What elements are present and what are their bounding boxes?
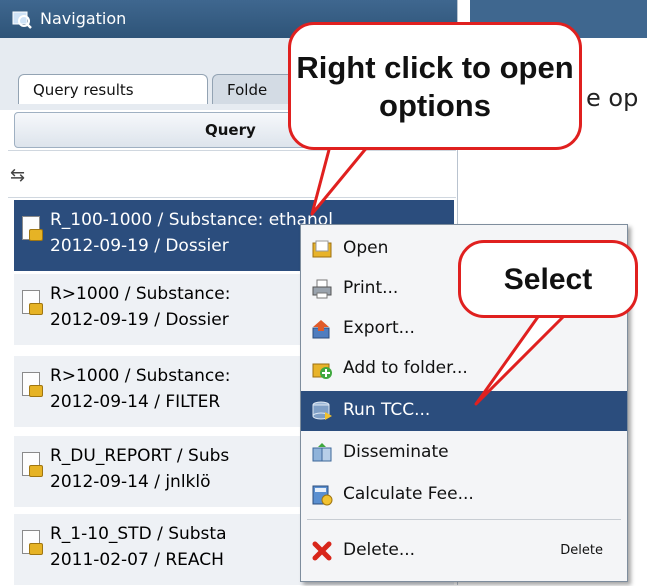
callout-right-click: Right click to open options [288,22,582,150]
callout-select: Select [458,240,638,318]
tab-query-results[interactable]: Query results [18,74,208,104]
